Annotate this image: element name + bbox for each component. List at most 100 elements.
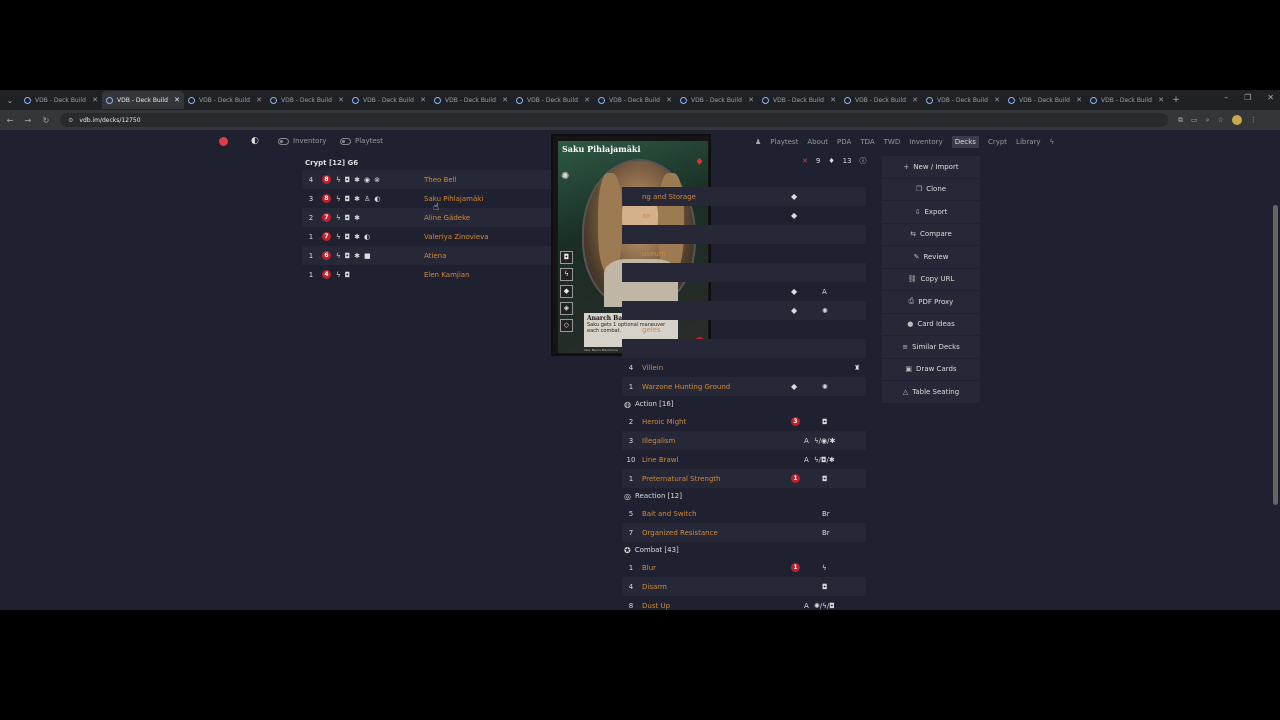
crypt-qty[interactable]: 2 (302, 214, 320, 222)
library-row[interactable] (622, 339, 866, 358)
crypt-card-name[interactable]: Atiena (424, 252, 446, 260)
library-qty[interactable]: 8 (622, 602, 640, 610)
library-card-name[interactable]: Organized Resistance (642, 529, 718, 537)
tab-close-icon[interactable]: ✕ (666, 96, 672, 104)
library-qty[interactable]: 3 (622, 437, 640, 445)
crypt-row[interactable]: 4 8 ϟ ◘ ✱ ◉ ⊗ Theo Bell (302, 170, 552, 189)
library-card-name[interactable]: geles (642, 326, 661, 334)
library-row[interactable]: ax ◆ (622, 206, 866, 225)
nav-link-crypt[interactable]: Crypt (988, 138, 1007, 146)
library-row[interactable]: ◆ A (622, 282, 866, 301)
crypt-qty[interactable]: 4 (302, 176, 320, 184)
browser-tab[interactable]: VDB - Deck Build ✕ (922, 91, 1004, 109)
browser-tab[interactable]: VDB - Deck Build ✕ (266, 91, 348, 109)
crypt-qty[interactable]: 1 (302, 271, 320, 279)
nav-link-tda[interactable]: TDA (860, 138, 874, 146)
tab-close-icon[interactable]: ✕ (748, 96, 754, 104)
tab-search-icon[interactable]: ⌄ (0, 96, 20, 105)
library-qty[interactable]: 1 (622, 383, 640, 391)
minimize-icon[interactable]: – (1224, 93, 1228, 102)
library-row[interactable]: 2 Heroic Might 3 ◘ (622, 412, 866, 431)
crypt-card-name[interactable]: Elen Kamjian (424, 271, 470, 279)
page-scrollbar[interactable] (1273, 205, 1278, 505)
library-qty[interactable]: 10 (622, 456, 640, 464)
tab-close-icon[interactable]: ✕ (1158, 96, 1164, 104)
library-qty[interactable]: 2 (622, 418, 640, 426)
library-card-name[interactable]: Villein (642, 364, 663, 372)
crypt-qty[interactable]: 1 (302, 252, 320, 260)
tab-close-icon[interactable]: ✕ (92, 96, 98, 104)
library-qty[interactable]: 5 (622, 510, 640, 518)
library-row[interactable]: 5 Bait and Switch Br (622, 504, 866, 523)
tab-close-icon[interactable]: ✕ (502, 96, 508, 104)
library-qty[interactable]: 1 (622, 564, 640, 572)
library-card-name[interactable]: Blur (642, 564, 656, 572)
browser-tab[interactable]: VDB - Deck Build ✕ (20, 91, 102, 109)
library-qty[interactable]: 1 (622, 475, 640, 483)
tab-close-icon[interactable]: ✕ (912, 96, 918, 104)
draw-cardsbutton[interactable]: ▣ Draw Cards (882, 358, 980, 381)
user-icon[interactable]: ♟ (755, 138, 761, 146)
playtest-toggle[interactable]: Playtest (340, 137, 383, 145)
close-window-icon[interactable]: ✕ (1267, 93, 1274, 102)
browser-tab[interactable]: VDB - Deck Build ✕ (348, 91, 430, 109)
back-icon[interactable]: ← (2, 116, 18, 125)
copy-urlbutton[interactable]: ⛓ Copy URL (882, 268, 980, 291)
library-card-name[interactable]: Disarm (642, 583, 667, 591)
library-row[interactable]: 1 Blur 1 ϟ (622, 558, 866, 577)
new-tab-icon[interactable]: + (1168, 95, 1184, 105)
library-card-name[interactable]: ng and Storage (642, 193, 696, 201)
library-row[interactable] (622, 168, 866, 187)
translate-icon[interactable]: ⧉ (1178, 116, 1183, 125)
crypt-row[interactable]: 1 4 ϟ ◘ Elen Kamjian (302, 265, 552, 284)
theme-moon-icon[interactable]: ◐ (251, 136, 259, 146)
library-card-name[interactable]: Line Brawl (642, 456, 678, 464)
library-qty[interactable]: 4 (622, 583, 640, 591)
library-row[interactable]: 10 Line Brawl Aϟ/◘/✱ (622, 450, 866, 469)
nav-link-playtest[interactable]: Playtest (770, 138, 798, 146)
library-row[interactable]: 4 Disarm ◘ (622, 577, 866, 596)
library-card-name[interactable]: Heroic Might (642, 418, 686, 426)
clonebutton[interactable]: ❐ Clone (882, 178, 980, 201)
library-row[interactable]: 1 Warzone Hunting Ground ◆ ✺ (622, 377, 866, 396)
tab-close-icon[interactable]: ✕ (338, 96, 344, 104)
library-card-name[interactable]: ax (642, 212, 650, 220)
tab-close-icon[interactable]: ✕ (584, 96, 590, 104)
zoom-icon[interactable]: ⌕ (1206, 116, 1210, 125)
url-bar[interactable]: ⚙ vdb.im/decks/12750 (60, 113, 1168, 127)
library-row[interactable]: ng and Storage ◆ (622, 187, 866, 206)
library-row[interactable] (622, 225, 866, 244)
library-qty[interactable]: 4 (622, 364, 640, 372)
menu-kebab-icon[interactable]: ⋮ (1250, 116, 1257, 124)
browser-tab[interactable]: VDB - Deck Build ✕ (594, 91, 676, 109)
library-card-name[interactable]: Bait and Switch (642, 510, 697, 518)
library-card-name[interactable]: Warzone Hunting Ground (642, 383, 730, 391)
crypt-row[interactable]: 3 8 ϟ ◘ ✱ ♙ ◐ Saku Pihlajamäki (302, 189, 552, 208)
library-row[interactable]: useum (622, 244, 866, 263)
browser-tab[interactable]: VDB - Deck Build ✕ (758, 91, 840, 109)
browser-tab[interactable]: VDB - Deck Build ✕ (430, 91, 512, 109)
browser-tab[interactable]: VDB - Deck Build ✕ (676, 91, 758, 109)
nav-link-about[interactable]: About (807, 138, 828, 146)
library-card-name[interactable]: Preternatural Strength (642, 475, 720, 483)
tab-close-icon[interactable]: ✕ (256, 96, 262, 104)
bookmark-star-icon[interactable]: ☆ (1218, 116, 1224, 124)
reload-icon[interactable]: ↻ (38, 116, 54, 125)
library-row[interactable]: 4 Villein ♜ (622, 358, 866, 377)
inventory-toggle[interactable]: Inventory (278, 137, 326, 145)
nav-link-library[interactable]: Library (1016, 138, 1040, 146)
tab-close-icon[interactable]: ✕ (830, 96, 836, 104)
new-importbutton[interactable]: + New / Import (882, 156, 980, 179)
nav-link-twd[interactable]: TWD (884, 138, 901, 146)
crypt-card-name[interactable]: Valeriya Zinovieva (424, 233, 489, 241)
tab-close-icon[interactable]: ✕ (1076, 96, 1082, 104)
profile-avatar[interactable] (1231, 115, 1242, 125)
reviewbutton[interactable]: ✎ Review (882, 246, 980, 269)
library-row[interactable] (622, 263, 866, 282)
library-card-name[interactable]: Dust Up (642, 602, 670, 610)
crypt-row[interactable]: 1 6 ϟ ◘ ✱ ■ Atiena (302, 246, 552, 265)
language-flag-icon[interactable] (219, 137, 228, 146)
library-row[interactable]: geles (622, 320, 866, 339)
info-icon[interactable]: ⓘ (860, 156, 867, 166)
library-row[interactable]: 1 Preternatural Strength 1 ◘ (622, 469, 866, 488)
